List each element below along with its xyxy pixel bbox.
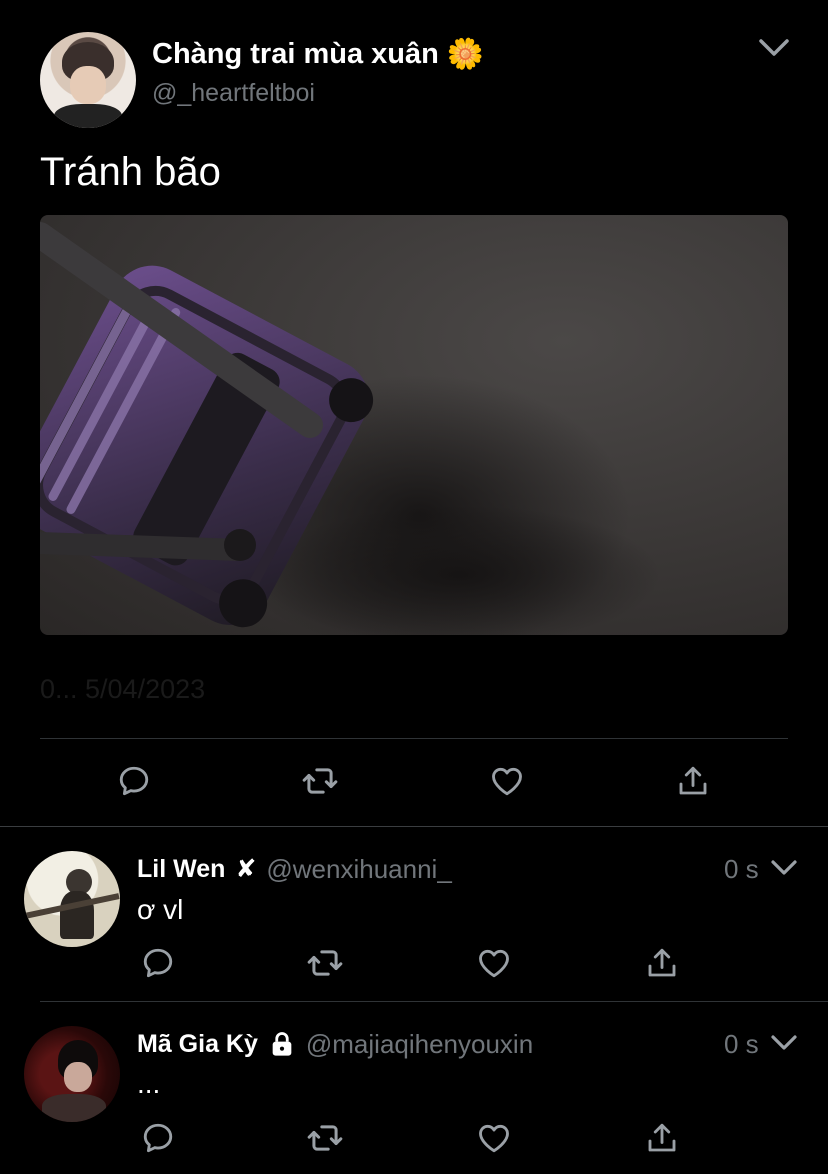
reply-avatar[interactable] — [24, 1026, 120, 1122]
like-icon — [476, 945, 512, 981]
retweet-button[interactable] — [303, 1116, 347, 1160]
reply-author-handle[interactable]: @wenxihuanni_ — [266, 854, 451, 885]
retweet-icon — [301, 762, 339, 800]
divider — [0, 826, 828, 827]
like-button[interactable] — [485, 759, 529, 803]
like-icon — [489, 763, 525, 799]
chevron-down-icon[interactable] — [770, 858, 798, 878]
chevron-down-icon[interactable] — [770, 1033, 798, 1053]
reply-text: ơ vl — [137, 894, 184, 925]
reply-time: 0 s — [724, 1029, 759, 1059]
share-button[interactable] — [640, 941, 684, 985]
retweet-button[interactable] — [303, 941, 347, 985]
author-name[interactable]: Chàng trai mùa xuân — [152, 38, 439, 71]
share-button[interactable] — [640, 1116, 684, 1160]
divider — [40, 1001, 828, 1002]
reply-author-name[interactable]: Mã Gia Kỳ — [137, 1030, 258, 1059]
reply-author-name[interactable]: Lil Wen — [137, 855, 225, 884]
reply-button[interactable] — [136, 941, 180, 985]
like-button[interactable] — [472, 1116, 516, 1160]
share-icon — [675, 763, 711, 799]
reply-icon — [140, 945, 176, 981]
reply-button[interactable] — [136, 1116, 180, 1160]
badge-x-icon: ✘ — [235, 855, 257, 883]
like-button[interactable] — [472, 941, 516, 985]
retweet-icon — [306, 944, 344, 982]
tweet-photo[interactable] — [40, 215, 788, 635]
author-avatar[interactable] — [40, 32, 136, 128]
divider — [40, 738, 788, 739]
author-handle[interactable]: @_heartfeltboi — [152, 79, 315, 108]
chevron-down-icon[interactable] — [758, 36, 790, 60]
lock-icon — [268, 1030, 296, 1058]
share-icon — [644, 945, 680, 981]
reply-icon — [140, 1120, 176, 1156]
reply-button[interactable] — [112, 759, 156, 803]
retweet-icon — [306, 1119, 344, 1157]
reply-text: ... — [137, 1068, 161, 1099]
retweet-button[interactable] — [298, 759, 342, 803]
like-icon — [476, 1120, 512, 1156]
tweet-timestamp: 0... 5/04/2023 — [40, 674, 206, 704]
share-icon — [644, 1120, 680, 1156]
reply-time: 0 s — [724, 854, 759, 884]
reply-author-handle[interactable]: @majiaqihenyouxin — [306, 1029, 533, 1060]
tweet-text: Tránh bão — [40, 150, 221, 194]
share-button[interactable] — [671, 759, 715, 803]
flower-emoji: 🌼 — [446, 37, 485, 71]
reply-icon — [116, 763, 152, 799]
reply-avatar[interactable] — [24, 851, 120, 947]
